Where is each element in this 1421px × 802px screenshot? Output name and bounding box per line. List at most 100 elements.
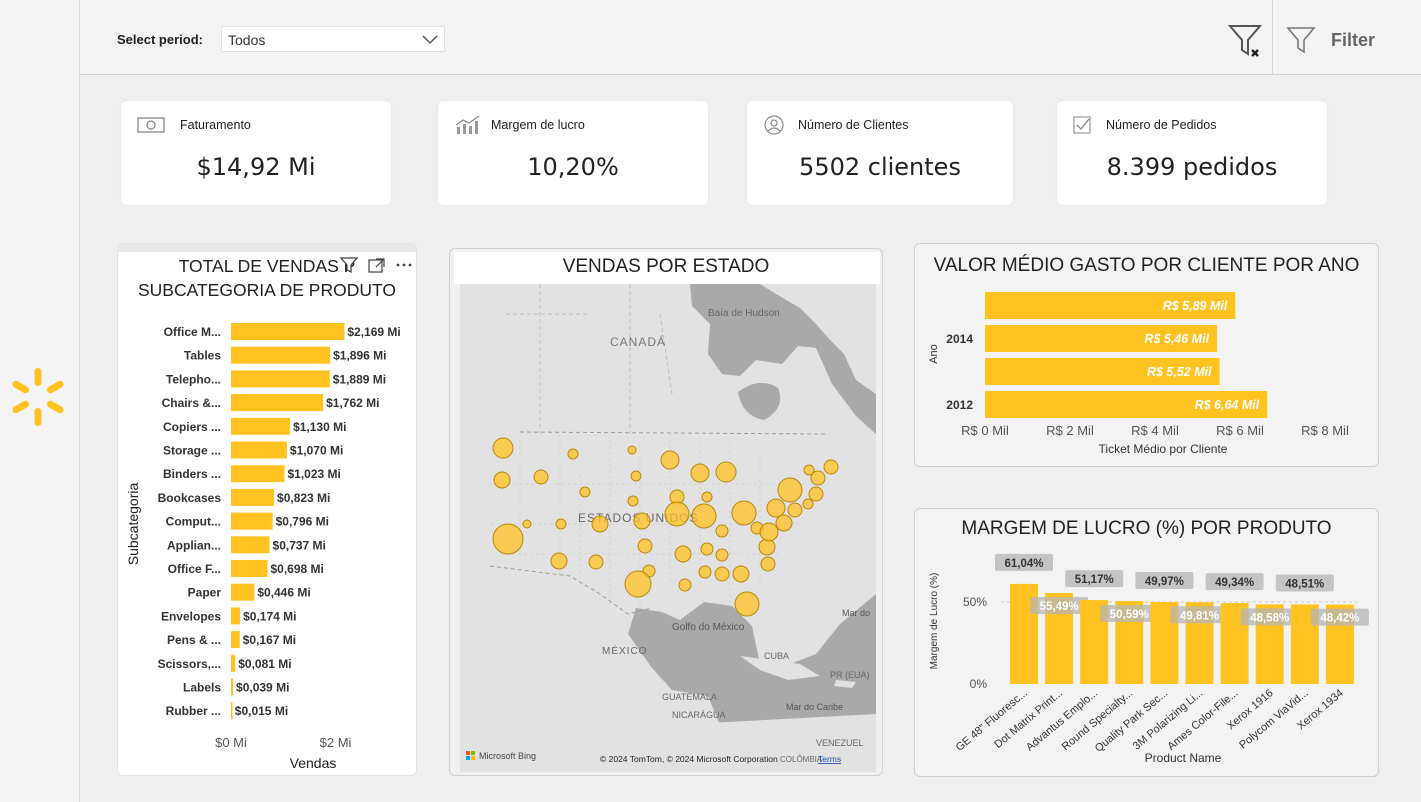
bar[interactable] bbox=[231, 702, 233, 720]
x-tick-label: R$ 6 Mil bbox=[1216, 423, 1264, 438]
state-bubble[interactable] bbox=[624, 570, 652, 598]
state-bubble[interactable] bbox=[759, 522, 779, 542]
bar[interactable] bbox=[231, 536, 270, 554]
category-label: Tables bbox=[184, 349, 221, 363]
state-bubble[interactable] bbox=[493, 471, 511, 489]
category-label: Comput... bbox=[166, 515, 221, 529]
x-tick-label: R$ 8 Mil bbox=[1301, 423, 1349, 438]
state-bubble[interactable] bbox=[627, 445, 637, 455]
bar[interactable] bbox=[231, 631, 240, 649]
data-label: 61,04% bbox=[1004, 558, 1043, 570]
category-label: Labels bbox=[183, 681, 221, 695]
bar[interactable] bbox=[231, 607, 241, 625]
data-label: $0,039 Mi bbox=[236, 681, 289, 695]
y-axis-title: Ano bbox=[928, 344, 940, 364]
bar[interactable] bbox=[231, 678, 234, 696]
us-bubble-map[interactable]: CANADÁ Baía de Hudson ESTADOS UNIDOS Gol… bbox=[460, 284, 876, 772]
x-tick-label: R$ 4 Mil bbox=[1131, 423, 1179, 438]
clear-filter-icon[interactable] bbox=[1226, 22, 1264, 60]
category-label: Storage ... bbox=[163, 444, 221, 458]
data-label: $0,081 Mi bbox=[238, 657, 291, 671]
bar[interactable] bbox=[231, 654, 236, 672]
state-bubble[interactable] bbox=[550, 552, 568, 570]
bar[interactable] bbox=[231, 323, 345, 340]
state-bubble[interactable] bbox=[714, 566, 730, 582]
state-bubble[interactable] bbox=[715, 548, 729, 562]
vendas-estado-card: VENDAS POR ESTADO CANADÁ Baía de Hudson … bbox=[449, 248, 883, 776]
label-pr: PR (EUA) bbox=[830, 670, 870, 680]
bar[interactable] bbox=[231, 417, 291, 435]
state-bubble[interactable] bbox=[701, 491, 713, 503]
state-bubble[interactable] bbox=[690, 463, 710, 483]
state-bubble[interactable] bbox=[731, 500, 757, 526]
state-bubble[interactable] bbox=[802, 498, 814, 510]
data-label: R$ 5,46 Mil bbox=[1144, 332, 1209, 346]
label-nicaragua: NICARÁGUA bbox=[672, 710, 726, 720]
bar[interactable] bbox=[231, 370, 330, 388]
kpi-label: Número de Pedidos bbox=[1106, 118, 1217, 132]
state-bubble[interactable] bbox=[533, 469, 549, 485]
state-bubble[interactable] bbox=[823, 459, 839, 475]
kpi-margem: Margem de lucro 10,20% bbox=[438, 101, 708, 205]
bar[interactable] bbox=[231, 394, 324, 412]
bar[interactable] bbox=[231, 346, 331, 364]
state-bubble[interactable] bbox=[627, 495, 639, 507]
bar[interactable] bbox=[231, 560, 268, 577]
category-label: Bookcases bbox=[158, 491, 222, 505]
data-label: $1,762 Mi bbox=[326, 396, 379, 410]
state-bubble[interactable] bbox=[522, 519, 532, 529]
growth-chart-icon bbox=[455, 115, 480, 134]
state-bubble[interactable] bbox=[760, 556, 776, 572]
bar[interactable] bbox=[231, 465, 285, 483]
state-bubble[interactable] bbox=[758, 538, 776, 556]
state-bubble[interactable] bbox=[633, 512, 651, 530]
state-bubble[interactable] bbox=[732, 565, 750, 583]
bing-label: Microsoft Bing bbox=[479, 751, 536, 761]
state-bubble[interactable] bbox=[775, 514, 793, 532]
state-bubble[interactable] bbox=[591, 515, 609, 533]
y-axis-title: Margem de Lucro (%) bbox=[929, 573, 940, 670]
state-bubble[interactable] bbox=[777, 477, 803, 503]
x-tick-label: R$ 2 Mil bbox=[1046, 423, 1094, 438]
state-bubble[interactable] bbox=[630, 470, 642, 482]
data-label: 48,51% bbox=[1285, 578, 1324, 590]
top-divider bbox=[1272, 0, 1273, 74]
state-bubble[interactable] bbox=[808, 486, 824, 502]
state-bubble[interactable] bbox=[700, 542, 714, 556]
filter-button[interactable]: Filter bbox=[1285, 24, 1375, 56]
data-label: R$ 5,52 Mil bbox=[1147, 365, 1212, 379]
state-bubble[interactable] bbox=[579, 486, 591, 498]
x-axis-title: Product Name bbox=[1145, 751, 1222, 765]
bar[interactable] bbox=[231, 512, 273, 530]
state-bubble[interactable] bbox=[734, 591, 760, 617]
state-bubble[interactable] bbox=[674, 545, 692, 563]
state-bubble[interactable] bbox=[492, 437, 514, 459]
state-bubble[interactable] bbox=[492, 523, 524, 555]
label-caribbean: Mar do Caribe bbox=[786, 702, 843, 712]
terms-link[interactable]: Terms bbox=[818, 754, 841, 764]
x-axis-title: Vendas bbox=[290, 755, 337, 771]
period-dropdown[interactable]: Todos bbox=[221, 26, 445, 52]
state-bubble[interactable] bbox=[664, 501, 690, 527]
state-bubble[interactable] bbox=[588, 554, 604, 570]
bar[interactable] bbox=[231, 583, 255, 601]
state-bubble[interactable] bbox=[715, 524, 729, 538]
bar[interactable] bbox=[231, 441, 287, 459]
state-bubble[interactable] bbox=[698, 565, 712, 579]
state-bubble[interactable] bbox=[637, 538, 653, 554]
state-bubble[interactable] bbox=[555, 518, 567, 530]
period-label: Select period: bbox=[117, 32, 203, 47]
state-bubble[interactable] bbox=[715, 461, 737, 483]
kpi-value: 8.399 pedidos bbox=[1106, 153, 1278, 181]
bar[interactable] bbox=[231, 488, 275, 506]
state-bubble[interactable] bbox=[803, 464, 815, 476]
state-bubble[interactable] bbox=[766, 498, 786, 518]
state-bubble[interactable] bbox=[660, 450, 680, 470]
x-tick-label: R$ 0 Mil bbox=[961, 423, 1009, 438]
state-bubble[interactable] bbox=[567, 448, 579, 460]
kpi-value: 10,20% bbox=[527, 153, 619, 181]
state-bubble[interactable] bbox=[691, 503, 717, 529]
state-bubble[interactable] bbox=[678, 578, 692, 592]
kpi-clientes: Número de Clientes 5502 clientes bbox=[747, 101, 1013, 205]
state-bubble[interactable] bbox=[787, 502, 803, 518]
